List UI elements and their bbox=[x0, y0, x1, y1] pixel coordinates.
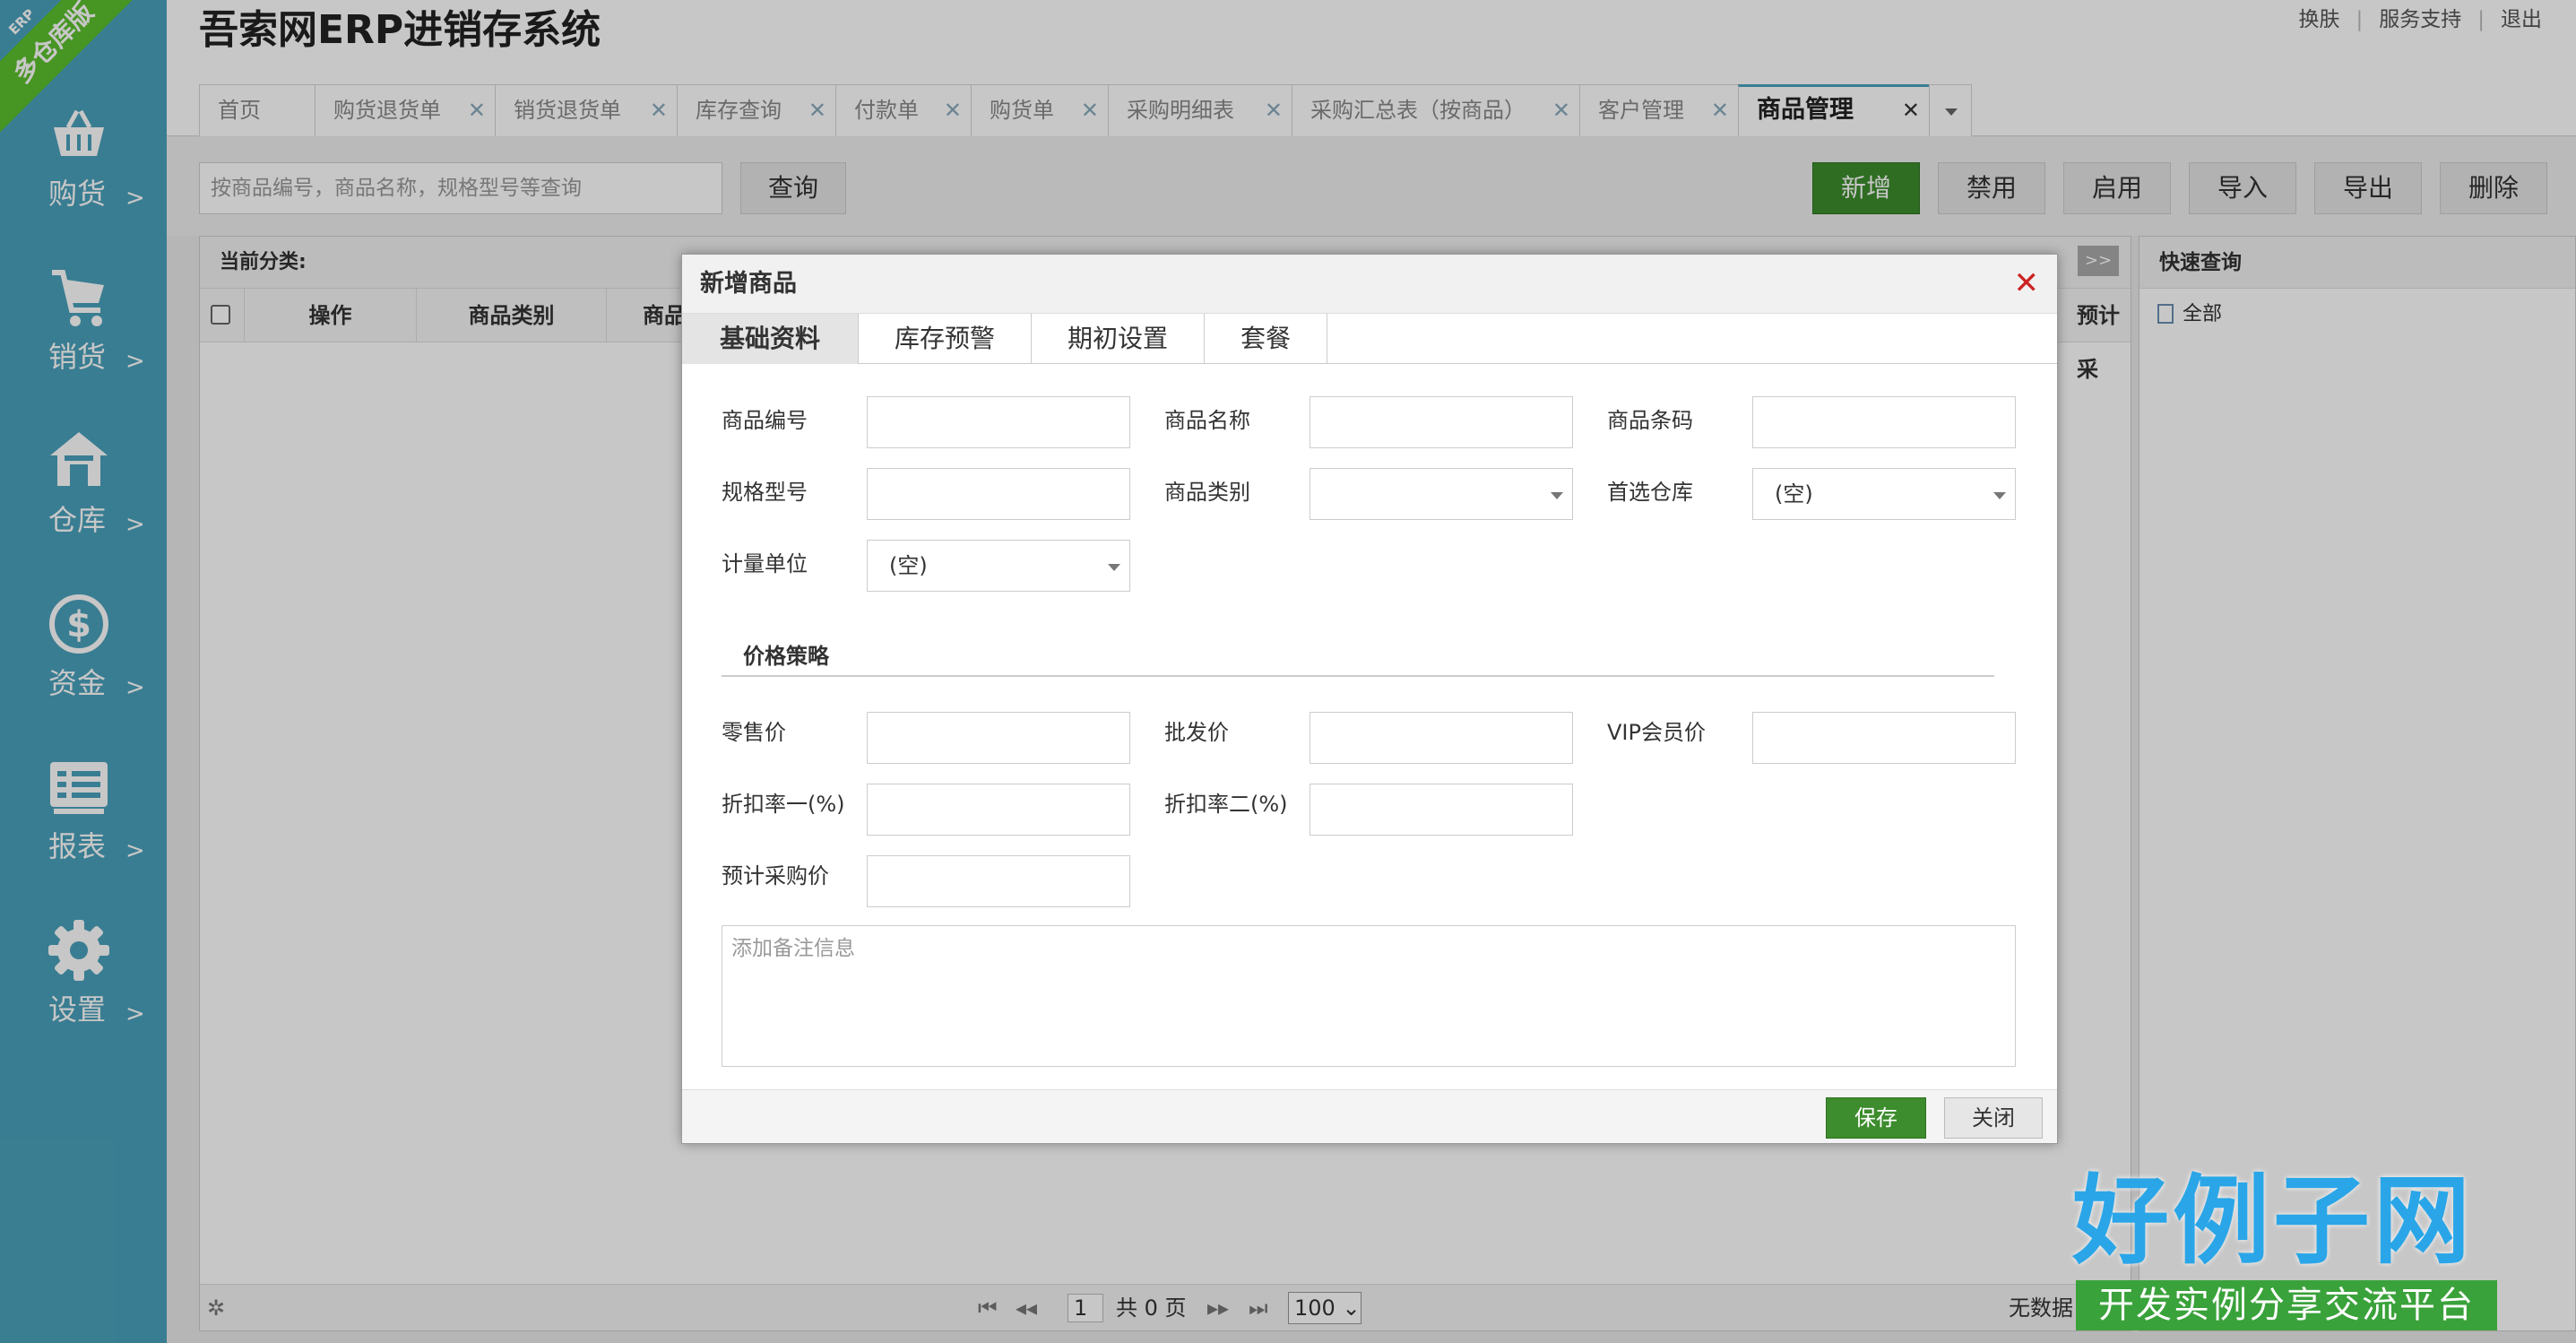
warehouse-label: 首选仓库 bbox=[1607, 480, 1693, 505]
tab-basic-info[interactable]: 基础资料 bbox=[682, 314, 860, 364]
watermark-logo: 好例子网 开发实例分享交流平台 bbox=[2072, 1164, 2503, 1334]
name-field[interactable] bbox=[1310, 396, 1573, 448]
app-window: ERP 多仓库版 购货 > 销货 > 仓库 > $ 资金 > 报表 > 设置 >… bbox=[0, 0, 2576, 1343]
tab-bundle[interactable]: 套餐 bbox=[1205, 314, 1328, 364]
unit-label: 计量单位 bbox=[722, 551, 808, 576]
vip-price-label: VIP会员价 bbox=[1607, 720, 1706, 745]
wholesale-price-field[interactable] bbox=[1310, 712, 1573, 764]
barcode-field[interactable] bbox=[1752, 396, 2016, 448]
warehouse-select[interactable]: (空) bbox=[1752, 468, 2016, 520]
code-field[interactable] bbox=[867, 396, 1130, 448]
barcode-label: 商品条码 bbox=[1607, 408, 1693, 433]
close-icon[interactable]: ✕ bbox=[2014, 267, 2040, 299]
discount2-field[interactable] bbox=[1310, 784, 1573, 836]
tab-stock-alert[interactable]: 库存预警 bbox=[859, 314, 1033, 364]
spec-field[interactable] bbox=[867, 468, 1130, 520]
category-label: 商品类别 bbox=[1164, 480, 1250, 505]
dialog-tabs: 基础资料 库存预警 期初设置 套餐 bbox=[682, 314, 2057, 364]
purchase-price-label: 预计采购价 bbox=[722, 863, 829, 888]
code-label: 商品编号 bbox=[722, 408, 808, 433]
close-button[interactable]: 关闭 bbox=[1944, 1097, 2043, 1139]
name-label: 商品名称 bbox=[1164, 408, 1250, 433]
unit-select[interactable]: (空) bbox=[867, 540, 1130, 592]
discount1-label: 折扣率一(%) bbox=[722, 792, 845, 817]
tab-initial-settings[interactable]: 期初设置 bbox=[1032, 314, 1206, 364]
price-section-title: 价格策略 bbox=[722, 643, 1994, 677]
add-product-dialog: 新增商品 ✕ 基础资料 库存预警 期初设置 套餐 商品编号 商品名称 商品条码 … bbox=[681, 254, 2058, 1144]
wholesale-price-label: 批发价 bbox=[1164, 720, 1229, 745]
retail-price-field[interactable] bbox=[867, 712, 1130, 764]
spec-label: 规格型号 bbox=[722, 480, 808, 505]
remark-textarea[interactable]: 添加备注信息 bbox=[722, 925, 2016, 1067]
purchase-price-field[interactable] bbox=[867, 855, 1130, 907]
watermark-title: 好例子网 bbox=[2072, 1165, 2475, 1278]
save-button[interactable]: 保存 bbox=[1826, 1097, 1926, 1139]
dialog-footer: 保存 关闭 bbox=[682, 1089, 2057, 1143]
discount2-label: 折扣率二(%) bbox=[1164, 792, 1288, 817]
retail-price-label: 零售价 bbox=[722, 720, 786, 745]
discount1-field[interactable] bbox=[867, 784, 1130, 836]
vip-price-field[interactable] bbox=[1752, 712, 2016, 764]
watermark-subtitle: 开发实例分享交流平台 bbox=[2076, 1280, 2497, 1330]
category-select[interactable] bbox=[1310, 468, 1573, 520]
dialog-title: 新增商品 bbox=[682, 255, 2057, 314]
